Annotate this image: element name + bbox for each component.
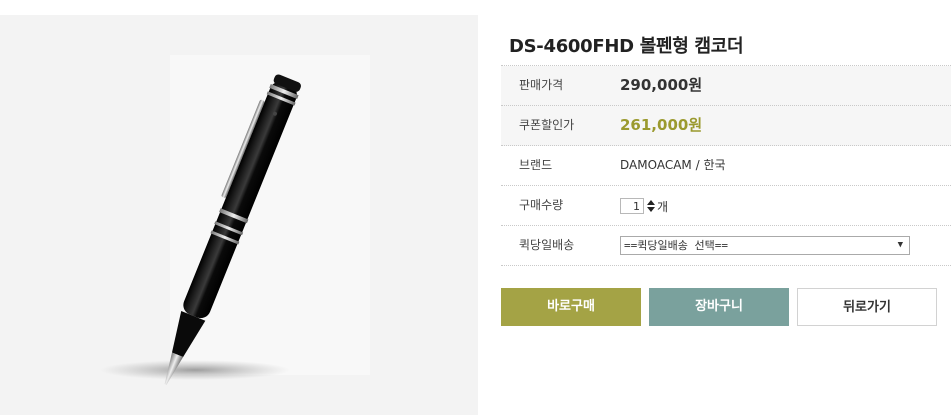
product-title: DS-4600FHD 볼펜형 캠코더 (509, 36, 744, 57)
quantity-row: 구매수량 1 개 (501, 186, 951, 226)
coupon-price-label: 쿠폰할인가 (519, 118, 575, 132)
price-row: 판매가격 290,000원 (501, 66, 951, 106)
quantity-unit: 개 (657, 199, 669, 214)
shipping-label: 퀵당일배송 (519, 238, 575, 252)
product-image-pen (100, 55, 370, 385)
quantity-down-icon[interactable] (647, 207, 655, 212)
quantity-arrows (646, 197, 656, 215)
product-info-table: 판매가격 290,000원 쿠폰할인가 261,000원 브랜드 DAMOACA… (501, 65, 951, 266)
quantity-input[interactable]: 1 (620, 198, 644, 214)
go-back-button[interactable]: 뒤로가기 (797, 288, 937, 326)
price-label: 판매가격 (519, 78, 564, 92)
coupon-price-value: 261,000원 (620, 116, 703, 134)
shipping-select-value: ==퀵당일배송 선택== (624, 239, 728, 252)
dropdown-caret-icon: ▼ (897, 240, 903, 250)
brand-label: 브랜드 (519, 158, 553, 172)
price-value: 290,000원 (620, 76, 703, 94)
add-to-cart-button[interactable]: 장바구니 (649, 288, 789, 326)
brand-row: 브랜드 DAMOACAM / 한국 (501, 146, 951, 186)
coupon-price-row: 쿠폰할인가 261,000원 (501, 106, 951, 146)
quantity-label: 구매수량 (519, 198, 564, 212)
shipping-row: 퀵당일배송 ==퀵당일배송 선택== ▼ (501, 226, 951, 266)
quantity-up-icon[interactable] (647, 200, 655, 205)
product-image-panel (0, 15, 478, 415)
shipping-select[interactable]: ==퀵당일배송 선택== ▼ (620, 236, 910, 255)
quantity-stepper: 1 개 (620, 196, 668, 216)
brand-value: DAMOACAM / 한국 (620, 158, 726, 172)
buy-now-button[interactable]: 바로구매 (501, 288, 641, 326)
